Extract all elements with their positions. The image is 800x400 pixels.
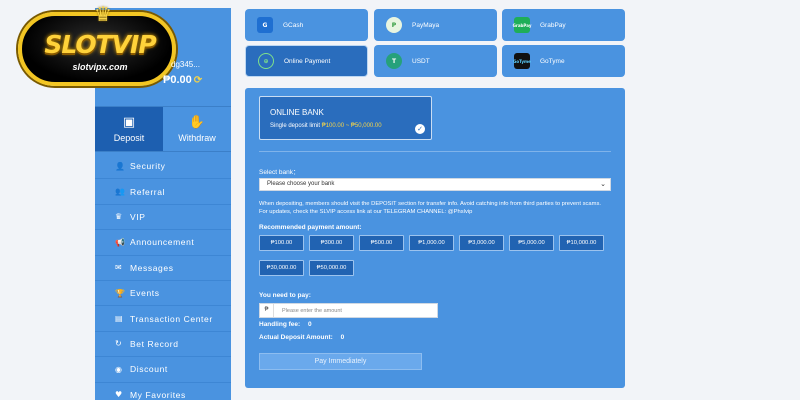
- method-label: PayMaya: [412, 21, 440, 29]
- method-label: USDT: [412, 57, 430, 65]
- method-grabpay[interactable]: GrabPay GrabPay: [502, 9, 625, 41]
- sidebar-item-label: Messages: [130, 262, 174, 273]
- trophy-icon: 🏆: [115, 288, 126, 298]
- tether-logo-icon: T: [386, 53, 402, 69]
- amount-option[interactable]: ₱300.00: [309, 235, 354, 251]
- handling-fee-row: Handling fee: 0: [259, 321, 312, 328]
- sidebar-item-label: Discount: [130, 364, 168, 375]
- brand-name: SLOTVIP: [44, 30, 156, 59]
- method-paymaya[interactable]: P PayMaya: [374, 9, 497, 41]
- sidebar-item-messages[interactable]: ✉ Messages: [95, 256, 231, 281]
- tab-deposit[interactable]: ▣ Deposit: [95, 107, 163, 151]
- sidebar-item-label: Announcement: [130, 237, 195, 248]
- amount-option[interactable]: ₱30,000.00: [259, 260, 304, 276]
- sidebar-item-label: Bet Record: [130, 338, 179, 349]
- deposit-limit-range: ₱100.00 ~ ₱50,000.00: [321, 123, 382, 129]
- sidebar-item-vip[interactable]: ♛ VIP: [95, 205, 231, 231]
- method-gotyme[interactable]: GoTyme GoTyme: [502, 45, 625, 77]
- sidebar-item-label: Referral: [130, 186, 166, 197]
- gotyme-logo-icon: GoTyme: [513, 53, 531, 69]
- select-bank-label: Select bank：: [259, 169, 300, 176]
- refresh-balance-icon[interactable]: ⟳: [194, 75, 202, 86]
- deposit-notice: When depositing, members should visit th…: [259, 201, 601, 215]
- sidebar-item-label: Transaction Center: [130, 313, 213, 324]
- amount-input-wrapper[interactable]: ₱: [259, 303, 438, 318]
- deposit-icon: ▣: [122, 115, 136, 130]
- actual-deposit-label: Actual Deposit Amount:: [259, 334, 333, 341]
- discount-icon: ◉: [115, 364, 123, 374]
- amount-option[interactable]: ₱10,000.00: [559, 235, 604, 251]
- chevron-down-icon: ⌄: [600, 180, 606, 188]
- currency-prefix: ₱: [260, 304, 274, 317]
- handling-fee-label: Handling fee:: [259, 321, 301, 328]
- sidebar-item-transaction-center[interactable]: ▤ Transaction Center: [95, 306, 231, 332]
- divider: [259, 151, 611, 152]
- heart-icon: ♥: [115, 390, 123, 400]
- pay-immediately-button[interactable]: Pay Immediately: [259, 353, 422, 370]
- wallet-tabs: ▣ Deposit ✋ Withdraw: [95, 106, 231, 152]
- need-to-pay-label: You need to pay:: [259, 292, 311, 299]
- envelope-icon: ✉: [115, 263, 123, 273]
- bank-card-title: ONLINE BANK: [270, 108, 324, 117]
- amount-option[interactable]: ₱50,000.00: [309, 260, 354, 276]
- sidebar-item-security[interactable]: 👤 Security: [95, 154, 231, 180]
- sidebar-item-label: Events: [130, 288, 160, 299]
- balance: ₱0.00 ⟳: [163, 74, 202, 86]
- globe-icon: ⊕: [258, 53, 274, 69]
- method-gcash[interactable]: G GCash: [245, 9, 368, 41]
- user-lock-icon: 👤: [115, 161, 126, 171]
- tab-withdraw-label: Withdraw: [178, 133, 216, 143]
- paymaya-logo-icon: P: [386, 17, 402, 33]
- sidebar-item-label: VIP: [130, 211, 146, 222]
- bank-select[interactable]: Please choose your bank ⌄: [259, 178, 611, 191]
- withdraw-icon: ✋: [188, 115, 206, 130]
- grabpay-logo-icon: GrabPay: [513, 17, 531, 33]
- crown-icon: ♛: [115, 212, 123, 222]
- amount-option[interactable]: ₱5,000.00: [509, 235, 554, 251]
- users-icon: 👥: [115, 187, 126, 197]
- amount-option[interactable]: ₱500.00: [359, 235, 404, 251]
- sidebar-menu: 👤 Security 👥 Referral ♛ VIP 📢 Announcement ✉…: [95, 154, 231, 400]
- deposit-limit: Single deposit limit ₱100.00 ~ ₱50,000.0…: [270, 123, 382, 129]
- online-bank-card[interactable]: ONLINE BANK Single deposit limit ₱100.00…: [259, 96, 432, 140]
- receipt-icon: ▤: [115, 314, 124, 324]
- amount-input[interactable]: [274, 307, 434, 314]
- sidebar-item-announcement[interactable]: 📢 Announcement: [95, 230, 231, 256]
- tab-withdraw[interactable]: ✋ Withdraw: [163, 107, 231, 151]
- method-label: GoTyme: [540, 57, 565, 65]
- sidebar-item-label: My Favorites: [130, 389, 186, 400]
- method-label: Online Payment: [284, 57, 331, 65]
- amount-option[interactable]: ₱1,000.00: [409, 235, 454, 251]
- username: dg345...: [171, 60, 200, 69]
- tab-deposit-label: Deposit: [113, 133, 145, 143]
- method-online-payment[interactable]: ⊕ Online Payment: [245, 45, 368, 77]
- amount-option[interactable]: ₱100.00: [259, 235, 304, 251]
- sidebar-item-events[interactable]: 🏆 Events: [95, 281, 231, 307]
- sidebar-item-label: Security: [130, 161, 166, 172]
- actual-deposit-value: 0: [340, 334, 345, 341]
- recommended-amount-label: Recommended payment amount:: [259, 224, 362, 231]
- gcash-logo-icon: G: [257, 17, 273, 33]
- megaphone-icon: 📢: [115, 237, 126, 247]
- sidebar-item-my-favorites[interactable]: ♥ My Favorites: [95, 383, 231, 400]
- sidebar-item-discount[interactable]: ◉ Discount: [95, 357, 231, 383]
- actual-deposit-row: Actual Deposit Amount: 0: [259, 334, 344, 341]
- refresh-icon: ↻: [115, 339, 123, 349]
- sidebar-item-bet-record[interactable]: ↻ Bet Record: [95, 332, 231, 358]
- method-usdt[interactable]: T USDT: [374, 45, 497, 77]
- brand-domain: slotvipx.com: [72, 62, 128, 72]
- brand-logo[interactable]: ♛ SLOTVIP slotvipx.com: [18, 2, 176, 86]
- handling-fee-value: 0: [307, 321, 312, 328]
- method-label: GCash: [283, 21, 304, 29]
- check-icon: ✓: [415, 124, 425, 134]
- balance-amount: ₱0.00: [163, 74, 192, 86]
- bank-select-value: Please choose your bank: [267, 181, 335, 187]
- sidebar-item-referral[interactable]: 👥 Referral: [95, 179, 231, 205]
- crown-icon: ♛: [94, 2, 112, 26]
- method-label: GrabPay: [540, 21, 566, 29]
- amount-option[interactable]: ₱3,000.00: [459, 235, 504, 251]
- deposit-limit-prefix: Single deposit limit: [270, 123, 322, 129]
